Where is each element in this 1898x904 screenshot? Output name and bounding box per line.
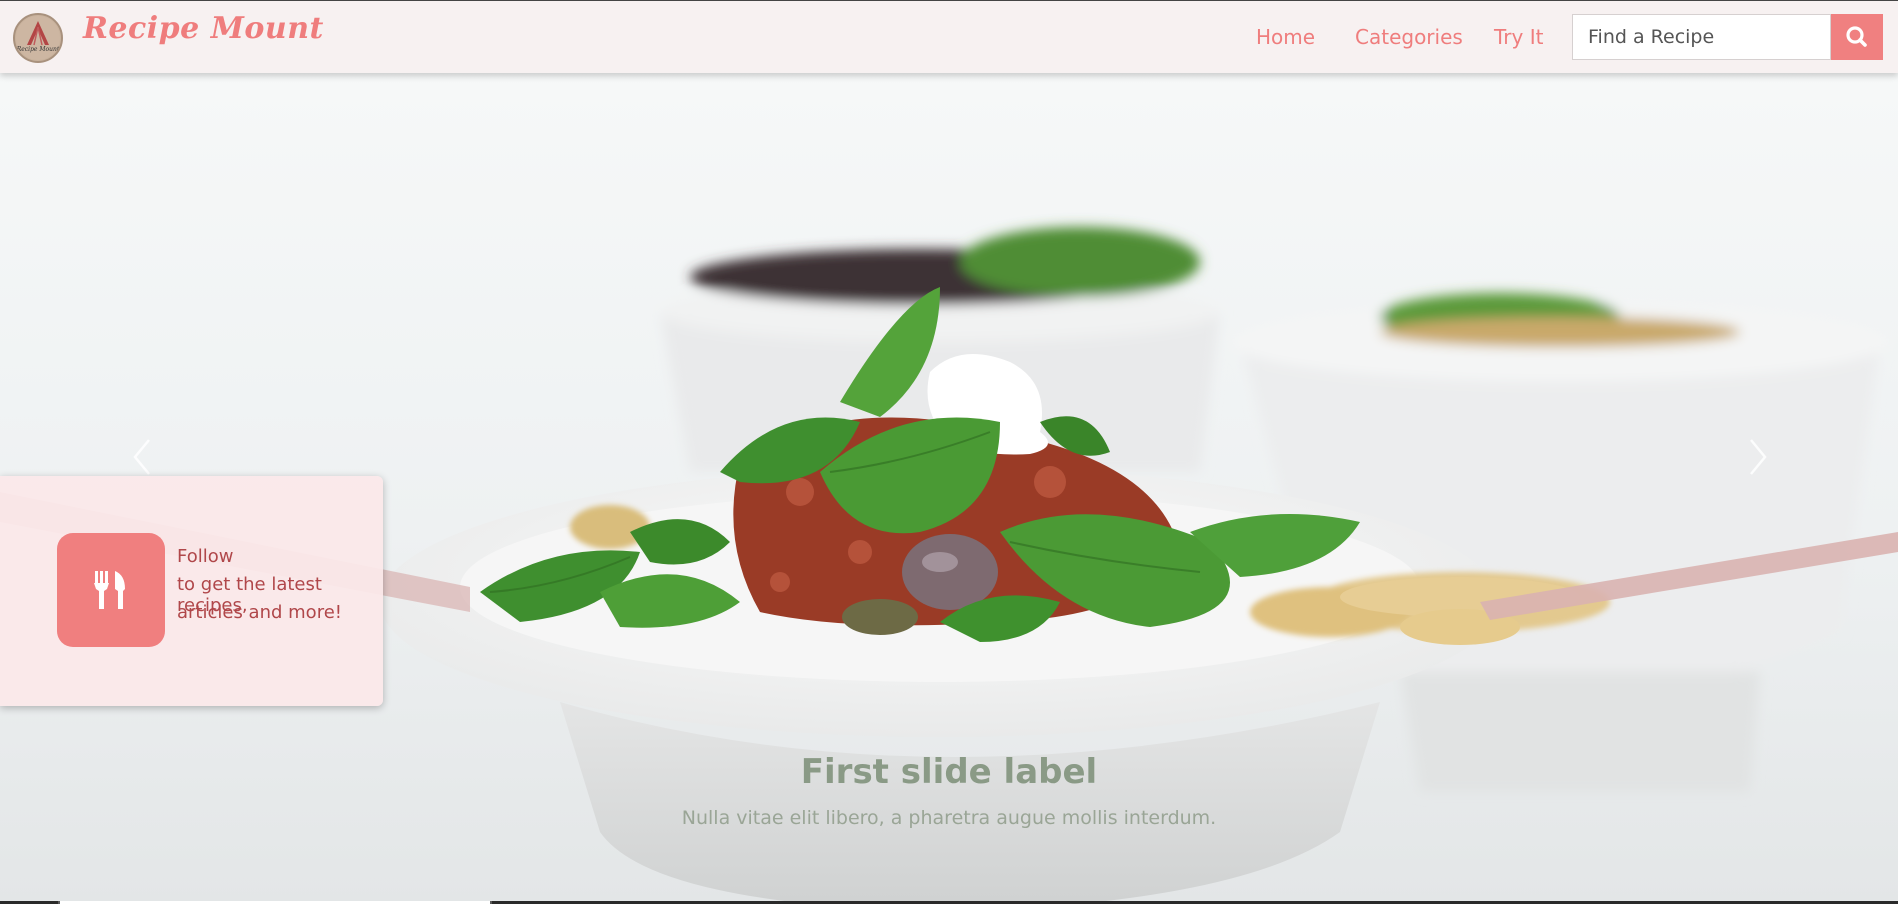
search-button[interactable] xyxy=(1831,14,1883,60)
brand-name[interactable]: Recipe Mount xyxy=(83,11,324,46)
chevron-right-icon xyxy=(1750,439,1767,475)
top-navbar: Recipe Mount Recipe Mount Home Categorie… xyxy=(0,0,1898,73)
carousel-prev-button[interactable] xyxy=(123,432,163,482)
follow-button[interactable] xyxy=(57,533,165,647)
slide-caption-title: First slide label xyxy=(800,752,1098,792)
search-input[interactable] xyxy=(1572,14,1831,60)
brand-logo[interactable]: Recipe Mount xyxy=(13,13,63,63)
carousel-next-button[interactable] xyxy=(1737,432,1777,482)
chevron-left-icon xyxy=(133,439,150,475)
nav-link-home[interactable]: Home xyxy=(1256,25,1315,49)
svg-text:Recipe Mount: Recipe Mount xyxy=(16,46,60,53)
follow-text-line: articles and more! xyxy=(177,602,342,623)
nav-link-categories[interactable]: Categories xyxy=(1355,25,1463,49)
fork-knife-icon xyxy=(94,571,125,609)
search-icon xyxy=(1846,26,1867,47)
follow-card: Follow to get the latest recipes, articl… xyxy=(0,476,383,706)
nav-link-try-it[interactable]: Try It xyxy=(1494,25,1543,49)
slide-caption-text: Nulla vitae elit libero, a pharetra augu… xyxy=(681,807,1217,829)
follow-heading: Follow xyxy=(177,546,234,567)
